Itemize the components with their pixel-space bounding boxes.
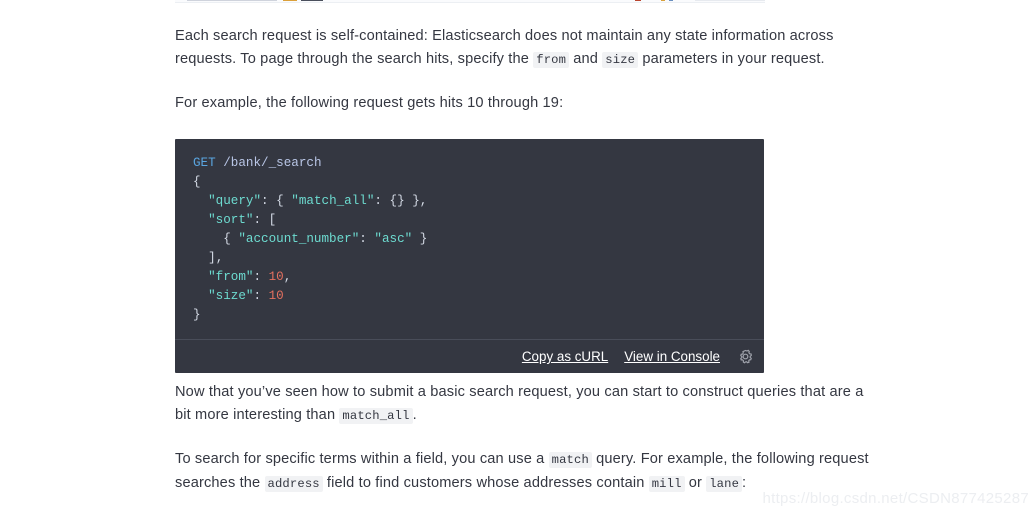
paragraph-text: . bbox=[412, 406, 417, 423]
code-token-punct: } bbox=[412, 194, 420, 208]
paragraph-for-example: For example, the following request gets … bbox=[175, 95, 564, 111]
code-token-key-size: "size" bbox=[208, 289, 254, 303]
article-content: Each search request is self-contained: E… bbox=[175, 0, 875, 115]
code-token-punct: , bbox=[419, 194, 428, 208]
code-token-punct: { bbox=[193, 175, 201, 189]
inline-code-match-all: match_all bbox=[339, 407, 413, 424]
inline-code-mill: mill bbox=[648, 475, 685, 492]
inline-code-lane: lane bbox=[706, 475, 743, 492]
code-token-empty-object: {} bbox=[389, 194, 405, 208]
code-block-source[interactable]: GET /bank/_search { "query": { "match_all… bbox=[175, 139, 764, 339]
code-token-key-match-all: "match_all" bbox=[291, 194, 375, 208]
paragraph-match-query: To search for specific terms within a fi… bbox=[175, 448, 875, 495]
code-token-punct: } bbox=[419, 232, 428, 246]
paragraph-text: parameters in your request. bbox=[638, 50, 825, 67]
code-line-request: GET /bank/_search bbox=[193, 154, 746, 173]
code-token-number-size: 10 bbox=[268, 289, 284, 303]
code-block-footer: Copy as cURL View in Console bbox=[175, 339, 764, 373]
article-content-lower: Now that you’ve seen how to submit a bas… bbox=[175, 381, 875, 495]
code-token-punct: [ bbox=[268, 213, 277, 227]
code-token-punct: : bbox=[253, 289, 262, 303]
code-token-number-from: 10 bbox=[268, 270, 284, 284]
code-block: GET /bank/_search { "query": { "match_all… bbox=[175, 139, 764, 373]
code-token-path: /bank/_search bbox=[223, 156, 322, 170]
code-line-close-bracket: ], bbox=[193, 249, 746, 268]
code-token-punct: { bbox=[223, 232, 231, 246]
gear-icon[interactable] bbox=[738, 349, 753, 364]
watermark: https://blog.csdn.net/CSDN877425287 bbox=[762, 490, 1029, 507]
code-token-method: GET bbox=[193, 156, 216, 170]
paragraph-text: field to find customers whose addresses … bbox=[322, 474, 649, 491]
code-token-key-sort: "sort" bbox=[208, 213, 254, 227]
copy-as-curl-link[interactable]: Copy as cURL bbox=[522, 349, 608, 364]
code-token-punct: : bbox=[253, 270, 262, 284]
paragraph-text: or bbox=[684, 474, 707, 491]
paragraph-construct-queries: Now that you’ve seen how to submit a bas… bbox=[175, 381, 875, 427]
code-token-key-account-number: "account_number" bbox=[238, 232, 360, 246]
inline-code-size: size bbox=[602, 51, 639, 68]
code-line-sort: "sort": [ bbox=[193, 211, 746, 230]
code-line-account-number: { "account_number": "asc" } bbox=[193, 230, 746, 249]
code-token-key-query: "query" bbox=[208, 194, 262, 208]
code-token-punct: , bbox=[215, 251, 224, 265]
paragraph-text: : bbox=[742, 474, 747, 491]
inline-code-match: match bbox=[548, 452, 592, 468]
view-in-console-link[interactable]: View in Console bbox=[624, 349, 720, 364]
code-line-open-brace: { bbox=[193, 173, 746, 192]
code-token-value-asc: "asc" bbox=[374, 232, 413, 246]
code-token-punct: { bbox=[276, 194, 284, 208]
code-token-punct: : bbox=[253, 213, 262, 227]
inline-code-address: address bbox=[264, 475, 323, 492]
paragraph-text: and bbox=[569, 50, 603, 67]
code-token-punct: : bbox=[261, 194, 269, 208]
code-token-punct: : bbox=[359, 232, 367, 246]
paragraph-text: Now that you’ve seen how to submit a bas… bbox=[175, 384, 864, 423]
code-line-size: "size": 10 bbox=[193, 287, 746, 306]
code-token-key-from: "from" bbox=[208, 270, 254, 284]
code-line-query: "query": { "match_all": {} }, bbox=[193, 192, 746, 211]
code-token-punct: : bbox=[374, 194, 382, 208]
code-token-punct: } bbox=[193, 308, 201, 322]
code-line-from: "from": 10, bbox=[193, 268, 746, 287]
code-line-close-brace: } bbox=[193, 306, 746, 325]
paragraph-state-information: Each search request is self-contained: E… bbox=[175, 25, 875, 71]
paragraph-text: To search for specific terms within a fi… bbox=[175, 451, 549, 467]
code-token-punct: ] bbox=[208, 251, 216, 265]
code-token-punct: , bbox=[283, 270, 292, 284]
inline-code-from: from bbox=[533, 51, 570, 68]
